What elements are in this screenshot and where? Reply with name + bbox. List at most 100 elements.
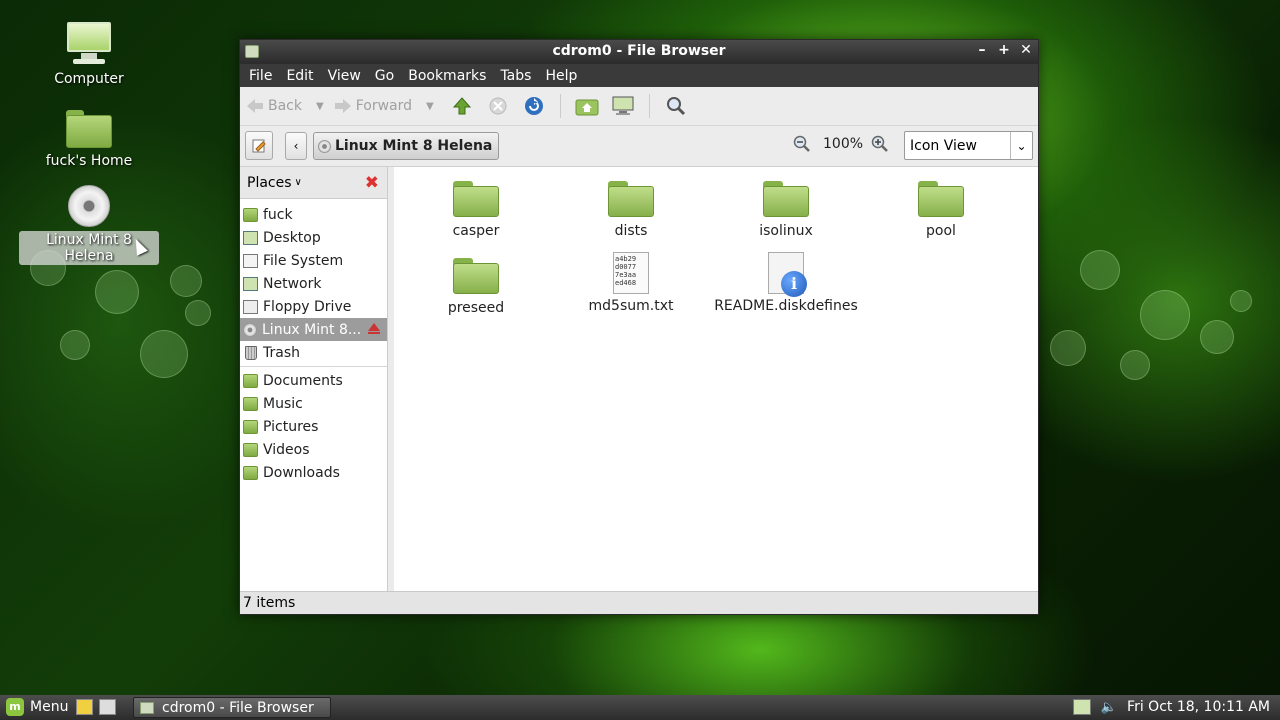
close-icon[interactable]: ✕ — [1018, 42, 1034, 58]
location-bar: ‹ Linux Mint 8 Helena 100% Icon View ⌄ — [240, 126, 1038, 167]
file-item[interactable]: a4b29 d0077 7e3aa ed468 md5sum.txt — [556, 252, 706, 314]
bokeh-light — [170, 265, 202, 297]
search-icon[interactable] — [664, 94, 688, 118]
up-arrow-icon[interactable] — [450, 94, 474, 118]
floppy-icon — [243, 299, 258, 314]
close-sidebar-icon[interactable]: ✖ — [365, 173, 379, 193]
bokeh-light — [1080, 250, 1120, 290]
sidebar-item-floppy[interactable]: Floppy Drive — [240, 295, 387, 318]
sidebar-item-desktop[interactable]: Desktop — [240, 226, 387, 249]
network-icon — [243, 276, 258, 291]
folder-icon — [453, 258, 499, 294]
desktop-icon-home[interactable]: fuck's Home — [19, 110, 159, 170]
pencil-icon — [252, 139, 266, 152]
places-header[interactable]: Places ∨ ✖ — [240, 167, 387, 199]
home-folder-icon — [66, 110, 112, 148]
info-file-icon: i — [768, 252, 807, 297]
sidebar-item-cdrom[interactable]: Linux Mint 8... — [240, 318, 387, 341]
sidebar-item-home[interactable]: fuck — [240, 203, 387, 226]
file-item[interactable]: dists — [556, 181, 706, 239]
bokeh-light — [185, 300, 211, 326]
back-arrow-icon — [247, 99, 263, 113]
menu-file[interactable]: File — [242, 68, 279, 84]
zoom-in-icon[interactable] — [871, 135, 889, 157]
sidebar-separator — [240, 366, 387, 367]
menu-tabs[interactable]: Tabs — [493, 68, 538, 84]
sidebar-item-documents[interactable]: Documents — [240, 369, 387, 392]
file-item[interactable]: preseed — [401, 258, 551, 316]
start-menu-button[interactable]: m Menu — [6, 698, 68, 716]
folder-icon — [243, 465, 258, 480]
bokeh-light — [1230, 290, 1252, 312]
menu-bar: File Edit View Go Bookmarks Tabs Help — [240, 64, 1038, 87]
trash-icon — [245, 345, 257, 360]
system-tray: 🔈 Fri Oct 18, 10:11 AM — [1072, 699, 1270, 715]
path-left-button[interactable]: ‹ — [285, 132, 307, 160]
chevron-down-icon[interactable]: ▼ — [316, 101, 324, 112]
home-icon[interactable] — [575, 94, 599, 118]
file-item[interactable]: i README.diskdefines — [711, 252, 861, 314]
cd-icon — [318, 139, 331, 153]
file-view[interactable]: casper dists isolinux pool preseed a4b29… — [394, 167, 1038, 593]
chevron-left-icon: ‹ — [293, 139, 299, 153]
forward-arrow-icon — [334, 99, 351, 113]
eject-icon[interactable] — [368, 323, 380, 334]
file-item[interactable]: isolinux — [711, 181, 861, 239]
title-bar[interactable]: cdrom0 - File Browser – + ✕ — [240, 40, 1038, 64]
desktop-icon-computer[interactable]: Computer — [19, 22, 159, 88]
text-editor-icon[interactable] — [76, 699, 93, 715]
menu-bookmarks[interactable]: Bookmarks — [401, 68, 493, 84]
stop-icon[interactable] — [486, 94, 510, 118]
sidebar-item-pictures[interactable]: Pictures — [240, 415, 387, 438]
sidebar: Places ∨ ✖ fuck Desktop File System Netw… — [240, 167, 388, 593]
bokeh-light — [1140, 290, 1190, 340]
reload-icon[interactable] — [522, 94, 546, 118]
folder-icon — [763, 181, 809, 217]
network-status-icon[interactable] — [1072, 699, 1091, 715]
zoom-out-icon[interactable] — [793, 135, 811, 157]
item-count: 7 items — [243, 595, 296, 611]
sidebar-item-music[interactable]: Music — [240, 392, 387, 415]
bokeh-light — [1120, 350, 1150, 380]
menu-edit[interactable]: Edit — [279, 68, 320, 84]
maximize-icon[interactable]: + — [996, 42, 1012, 58]
toolbar-separator — [648, 94, 650, 118]
sidebar-item-videos[interactable]: Videos — [240, 438, 387, 461]
breadcrumb[interactable]: Linux Mint 8 Helena — [313, 132, 500, 160]
forward-button[interactable]: Forward ▼ — [334, 98, 434, 114]
menu-help[interactable]: Help — [538, 68, 584, 84]
terminal-icon[interactable] — [99, 699, 116, 715]
quick-launch — [76, 699, 116, 715]
chevron-down-icon[interactable]: ▼ — [426, 101, 434, 112]
folder-icon — [243, 396, 258, 411]
status-bar: 7 items — [240, 591, 1038, 614]
folder-icon — [243, 442, 258, 457]
home-folder-icon — [243, 207, 258, 222]
sidebar-item-trash[interactable]: Trash — [240, 341, 387, 364]
sidebar-item-network[interactable]: Network — [240, 272, 387, 295]
taskbar-item[interactable]: cdrom0 - File Browser — [133, 697, 331, 718]
sidebar-item-downloads[interactable]: Downloads — [240, 461, 387, 484]
bokeh-light — [95, 270, 139, 314]
menu-go[interactable]: Go — [368, 68, 401, 84]
volume-icon[interactable]: 🔈 — [1101, 700, 1117, 715]
edit-location-button[interactable] — [245, 131, 273, 160]
clock[interactable]: Fri Oct 18, 10:11 AM — [1127, 699, 1270, 715]
window-icon — [140, 701, 154, 714]
back-button[interactable]: Back ▼ — [246, 98, 324, 114]
minimize-icon[interactable]: – — [974, 42, 990, 58]
desktop-icon-label: fuck's Home — [45, 153, 133, 169]
chevron-down-icon: ⌄ — [1010, 132, 1032, 159]
cd-icon — [243, 322, 257, 337]
sidebar-item-filesystem[interactable]: File System — [240, 249, 387, 272]
folder-icon — [453, 181, 499, 217]
computer-icon[interactable] — [611, 94, 635, 118]
text-file-icon: a4b29 d0077 7e3aa ed468 — [613, 252, 649, 294]
cd-icon — [68, 185, 110, 227]
folder-icon — [243, 419, 258, 434]
file-item[interactable]: pool — [866, 181, 1016, 239]
menu-view[interactable]: View — [321, 68, 368, 84]
view-select[interactable]: Icon View ⌄ — [904, 131, 1033, 160]
file-item[interactable]: casper — [401, 181, 551, 239]
folder-icon — [918, 181, 964, 217]
